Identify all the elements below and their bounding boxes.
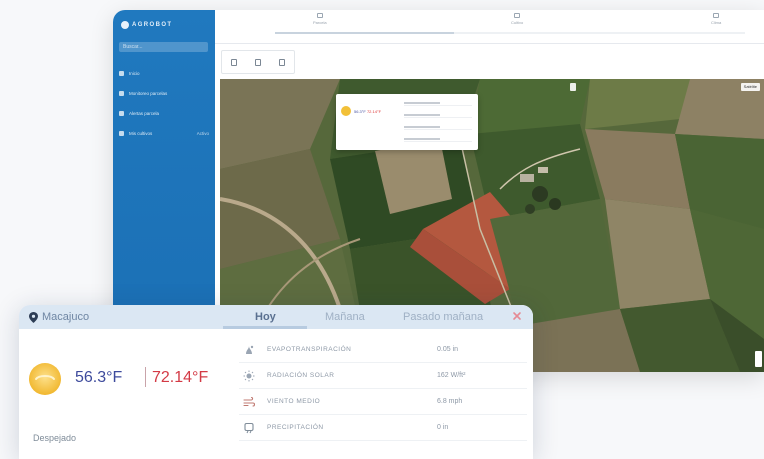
top-bar: Parcela Cultivo Clima — [215, 10, 764, 44]
location-name: Macajuco — [42, 311, 90, 323]
weather-card: Macajuco Hoy Mañana Pasado mañana 56.3°F… — [19, 305, 533, 459]
metric-label: PRECIPITACIÓN — [267, 424, 324, 431]
active-tab-indicator — [223, 326, 307, 329]
tab-pasado-manana[interactable]: Pasado mañana — [403, 305, 483, 329]
crop-icon — [514, 13, 521, 18]
home-icon — [119, 70, 124, 76]
sidebar-item-cultivos[interactable]: Mis cultivos Activo — [119, 128, 209, 138]
draw-icon[interactable] — [255, 58, 261, 66]
close-icon[interactable] — [512, 311, 522, 321]
sun-icon — [341, 106, 351, 116]
bell-icon — [119, 110, 124, 116]
metric-row: VIENTO MEDIO 6.8 mph — [239, 389, 527, 415]
metric-label: VIENTO MEDIO — [267, 398, 321, 405]
map-zoom-control[interactable] — [755, 351, 762, 367]
temperature-divider — [145, 367, 146, 387]
weather-card-header: Macajuco Hoy Mañana Pasado mañana — [19, 305, 533, 329]
tab-label: Parcela — [313, 20, 327, 25]
metric-row: RADIACIÓN SOLAR 162 W/ft² — [239, 363, 527, 389]
sidebar-item-label: Mis cultivos — [129, 130, 153, 136]
wind-icon — [243, 396, 255, 407]
chart-icon — [119, 90, 124, 96]
measure-icon[interactable] — [279, 58, 285, 66]
mini-temperature: 56.3°F 72.14°F — [354, 109, 381, 114]
metric-row: PRECIPITACIÓN 0 in — [239, 415, 527, 441]
sun-icon — [29, 363, 61, 395]
metric-value: 162 W/ft² — [437, 372, 466, 379]
mini-metric-row — [404, 124, 472, 130]
map-view-toggle[interactable]: Satélite — [740, 83, 760, 91]
evapotranspiration-icon — [246, 345, 254, 354]
leaf-icon — [119, 130, 124, 136]
metric-label: RADIACIÓN SOLAR — [267, 372, 335, 379]
step-progress-fill — [275, 32, 454, 34]
mini-temp-min: 56.3°F — [354, 109, 366, 114]
temperature-max: 72.14°F — [152, 369, 209, 386]
logo-icon — [121, 21, 129, 29]
location: Macajuco — [29, 311, 89, 323]
map-toolbar — [221, 50, 295, 74]
location-pin-icon — [29, 311, 38, 323]
mini-temp-max: 72.14°F — [366, 109, 382, 114]
tab-label: Cultivo — [511, 20, 524, 25]
precipitation-icon — [244, 422, 254, 433]
sidebar-item-badge: Activo — [196, 130, 209, 136]
tab-clima[interactable]: Clima — [711, 13, 721, 25]
tab-label: Clima — [711, 20, 722, 25]
metric-value: 0 in — [437, 424, 449, 431]
weather-condition: Despejado — [33, 433, 77, 443]
sidebar-item-label: Alertas parcela — [129, 110, 160, 116]
solar-radiation-icon — [243, 370, 255, 381]
sidebar-search-input[interactable] — [119, 42, 208, 52]
map-scale-label — [570, 83, 576, 91]
metric-value: 6.8 mph — [437, 398, 463, 405]
brand-name: AGROBOT — [132, 22, 173, 28]
mini-metric-row — [404, 100, 472, 106]
temperature-min: 56.3°F — [75, 369, 123, 386]
metric-label: EVAPOTRANSPIRACIÓN — [267, 346, 352, 353]
cloud-icon — [713, 13, 720, 18]
mini-metric-row — [404, 112, 472, 118]
layers-icon[interactable] — [231, 58, 237, 66]
metric-row: EVAPOTRANSPIRACIÓN 0.05 in — [239, 337, 527, 363]
sidebar-item-label: Monitoreo parcelas — [129, 90, 168, 96]
sidebar-item-alertas[interactable]: Alertas parcela — [119, 108, 209, 118]
step-progress-bar — [275, 32, 745, 34]
tab-cultivo[interactable]: Cultivo — [511, 13, 523, 25]
brand-logo: AGROBOT — [121, 18, 172, 32]
sidebar-item-monitoreo[interactable]: Monitoreo parcelas — [119, 88, 209, 98]
tab-manana[interactable]: Mañana — [325, 305, 365, 329]
sidebar-item-label: Inicio — [129, 70, 140, 76]
mini-weather-popup: 56.3°F 72.14°F — [336, 94, 478, 150]
metric-value: 0.05 in — [437, 346, 459, 353]
tab-parcela[interactable]: Parcela — [313, 13, 327, 25]
sidebar-item-inicio[interactable]: Inicio — [119, 68, 209, 78]
map-icon — [316, 13, 323, 18]
mini-metric-row — [404, 136, 472, 142]
